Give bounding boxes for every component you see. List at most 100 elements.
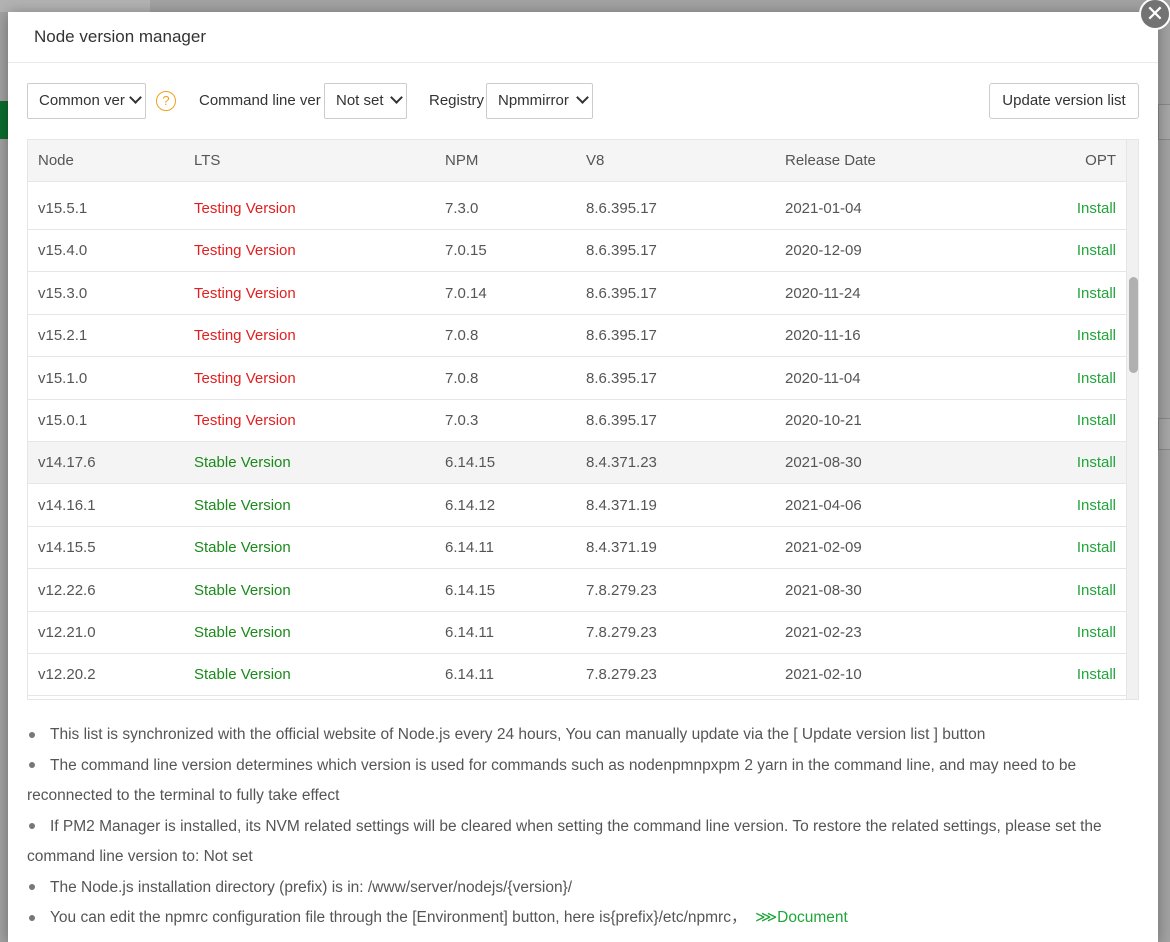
install-link[interactable]: Install [1077,612,1116,654]
install-link[interactable]: Install [1077,570,1116,612]
node-version: v15.0.1 [38,412,88,429]
install-link[interactable]: Install [1077,654,1116,696]
background-input-edge [1158,418,1170,450]
lts-status: Stable Version [194,539,291,557]
table-row: v15.0.1 Testing Version 7.0.3 8.6.395.17… [28,400,1126,442]
column-header-v8: V8 [586,152,605,169]
v8-version: 8.6.395.17 [586,412,657,429]
table-header: Node LTS NPM V8 Release Date OPT [28,140,1126,182]
release-date: 2021-01-04 [785,200,862,217]
release-date: 2021-04-06 [785,496,862,514]
table-row: v12.21.0 Stable Version 6.14.11 7.8.279.… [28,612,1126,654]
v8-version: 8.6.395.17 [586,369,657,387]
lts-status: Testing Version [194,412,296,429]
npm-version: 6.14.11 [445,539,494,557]
table-row: v12.22.6 Stable Version 6.14.15 7.8.279.… [28,570,1126,612]
install-link[interactable]: Install [1077,485,1116,527]
table-row: v15.4.0 Testing Version 7.0.15 8.6.395.1… [28,230,1126,273]
node-version: v12.22.6 [38,581,96,599]
table-row: v14.15.5 Stable Version 6.14.11 8.4.371.… [28,527,1126,570]
install-link[interactable]: Install [1077,442,1116,484]
v8-version: 8.6.395.17 [586,242,657,260]
node-version: v14.16.1 [38,496,96,514]
v8-version: 7.8.279.23 [586,581,657,599]
npm-version: 6.14.15 [445,454,496,472]
dialog-header: Node version manager [8,12,1158,63]
lts-status: Testing Version [194,327,296,345]
release-date: 2020-10-21 [785,412,862,429]
release-date: 2020-11-16 [785,327,861,345]
lts-status: Testing Version [194,242,296,260]
lts-status: Stable Version [194,496,291,514]
npm-version: 6.14.12 [445,496,496,514]
help-icon[interactable]: ? [156,91,176,111]
npm-version: 6.14.15 [445,581,496,599]
lts-status: Stable Version [194,581,291,599]
registry-value: Npmmirror [498,92,569,109]
npm-version: 6.14.11 [445,624,494,641]
npm-version: 7.0.8 [445,327,479,345]
release-date: 2020-12-09 [785,242,862,260]
table-row: v14.17.6 Stable Version 6.14.15 8.4.371.… [28,442,1126,485]
column-header-node: Node [38,152,74,169]
node-version: v14.17.6 [38,454,96,472]
background-input-edge [1158,104,1170,140]
npm-version: 7.0.15 [445,242,487,260]
note-text: The Node.js installation directory (pref… [50,878,573,896]
version-filter-value: Common ver [39,92,125,109]
node-version: v12.20.2 [38,666,96,684]
help-notes: This list is synchronized with the offic… [27,720,1146,934]
command-line-version-select[interactable]: Not set [324,83,407,119]
scrollbar-thumb[interactable] [1129,277,1138,373]
npm-version: 7.3.0 [445,200,479,217]
document-link[interactable]: ⋙Document [755,909,848,926]
column-header-npm: NPM [445,152,479,169]
registry-select[interactable]: Npmmirror [486,83,593,119]
node-version: v14.15.5 [38,539,96,557]
table-row: v15.2.1 Testing Version 7.0.8 8.6.395.17… [28,315,1126,358]
table-scrollbar[interactable] [1126,140,1138,699]
close-icon[interactable]: ✕ [1139,0,1170,30]
table-row: v14.16.1 Stable Version 6.14.12 8.4.371.… [28,485,1126,527]
command-line-label: Command line ver [199,92,321,109]
node-version: v12.21.0 [38,624,96,641]
install-link[interactable]: Install [1077,188,1116,230]
version-filter-select[interactable]: Common ver [27,83,146,119]
lts-status: Testing Version [194,284,296,302]
v8-version: 7.8.279.23 [586,624,657,641]
install-link[interactable]: Install [1077,400,1116,442]
bullet-icon [27,903,50,934]
node-version: v15.5.1 [38,200,88,217]
bullet-icon [27,812,50,843]
bullet-icon [27,751,50,782]
install-link[interactable]: Install [1077,358,1116,400]
chevron-down-icon [390,91,403,104]
note-item: You can edit the npmrc configuration fil… [27,903,1146,934]
note-item: This list is synchronized with the offic… [27,720,1146,751]
node-version-manager-dialog: Node version manager Common ver ? Comman… [8,12,1158,942]
version-table: Node LTS NPM V8 Release Date OPT v15.5.1… [27,139,1139,700]
lts-status: Testing Version [194,200,296,217]
node-version: v15.4.0 [38,242,88,260]
update-version-list-button[interactable]: Update version list [989,83,1139,119]
chevron-down-icon [576,91,589,104]
install-link[interactable]: Install [1077,273,1116,315]
note-text: This list is synchronized with the offic… [50,726,986,743]
lts-status: Testing Version [194,369,296,387]
table-row: v15.3.0 Testing Version 7.0.14 8.6.395.1… [28,273,1126,315]
table-row: v12.20.2 Stable Version 6.14.11 7.8.279.… [28,654,1126,697]
v8-version: 8.4.371.19 [586,496,657,514]
npm-version: 7.0.8 [445,369,479,387]
lts-status: Stable Version [194,666,291,684]
toolbar: Common ver ? Command line ver Not set Re… [27,83,1139,119]
column-header-release-date: Release Date [785,152,876,169]
registry-label: Registry [429,92,485,109]
release-date: 2021-02-10 [785,666,862,684]
note-text: The command line version determines whic… [27,756,1077,805]
release-date: 2021-08-30 [785,581,862,599]
install-link[interactable]: Install [1077,527,1116,569]
install-link[interactable]: Install [1077,230,1116,272]
release-date: 2021-02-23 [785,624,862,641]
node-version: v15.2.1 [38,327,88,345]
install-link[interactable]: Install [1077,315,1116,357]
